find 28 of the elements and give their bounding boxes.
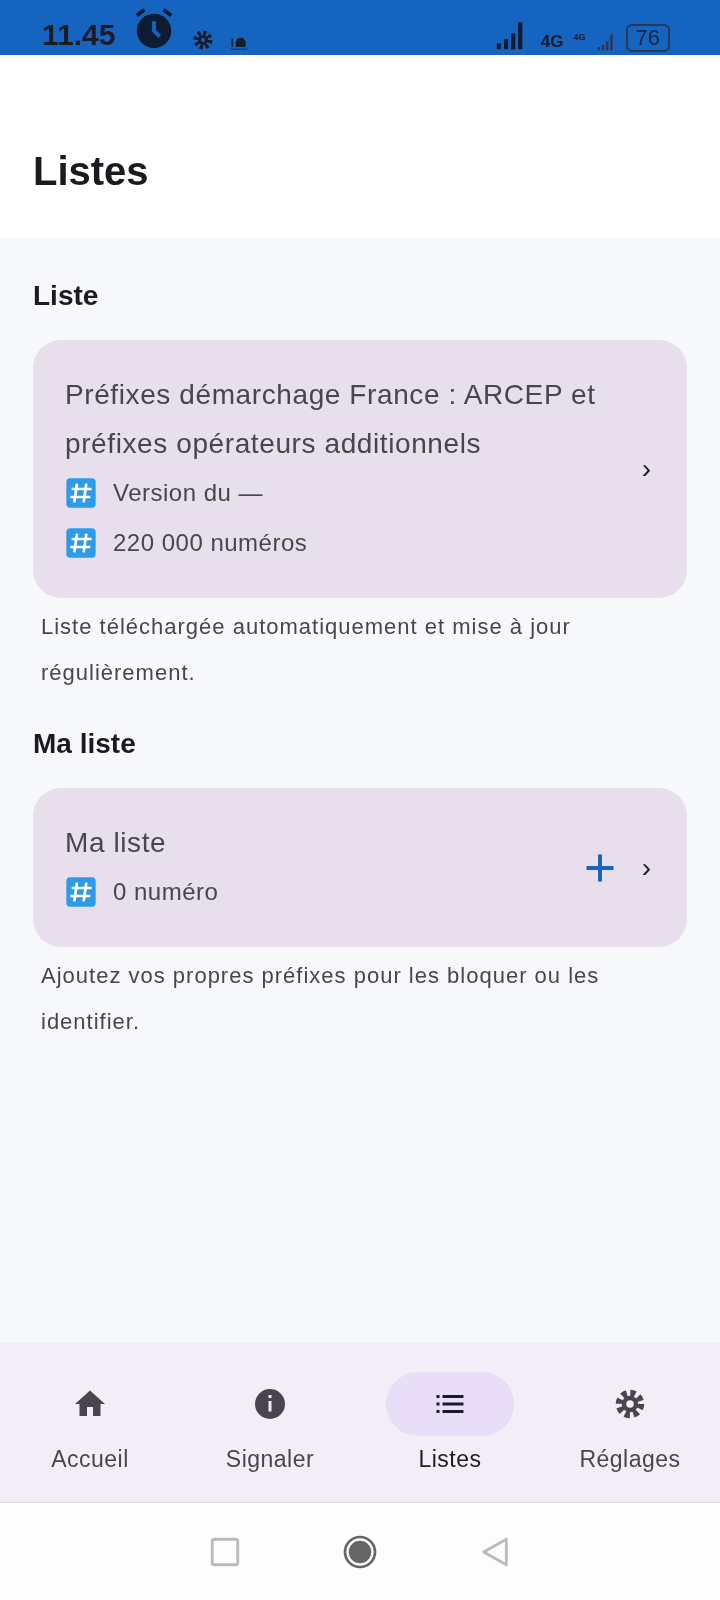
hash-keycap-icon — [65, 477, 97, 509]
signal-icon — [595, 32, 616, 52]
section-note: Liste téléchargée automatiquement et mise à jour régulièrement. — [41, 613, 572, 687]
card-title: Préfixes démarchage France : ARCEP et préfixes opérateurs additionnels — [65, 378, 597, 461]
list-card[interactable]: Préfixes démarchage France : ARCEP et préfixes opérateurs additionnels Version du — 220 000 numéros › — [33, 340, 687, 598]
section-note: Ajoutez vos propres préfixes pour les bloquer ou les identifier. — [41, 962, 601, 1036]
battery-level: 76 — [625, 24, 670, 52]
section-heading: Liste — [33, 280, 100, 312]
hash-keycap-icon — [65, 876, 97, 908]
nav-tab[interactable]: Signaler — [180, 1343, 360, 1502]
card-detail: 0 numéro — [113, 877, 219, 907]
hash-keycap-icon — [65, 527, 97, 559]
card-title: Ma liste — [65, 826, 168, 860]
chevron-icon: › — [637, 851, 655, 884]
status-time: 11.45 — [42, 18, 116, 52]
network-label: 4G — [573, 32, 586, 42]
home-button[interactable] — [342, 1533, 378, 1570]
card-detail: 220 000 numéros — [113, 528, 308, 558]
info-icon — [252, 1386, 288, 1422]
list-card[interactable]: Ma liste 0 numéro › — [33, 788, 687, 947]
nav-tab[interactable]: Accueil — [0, 1343, 180, 1502]
chevron-icon: › — [637, 453, 655, 485]
network-label: 4G — [540, 32, 564, 52]
section-heading: Ma liste — [33, 728, 137, 760]
nav-tab[interactable]: Listes — [360, 1343, 540, 1502]
page-title: Listes — [33, 149, 149, 194]
nav-tab[interactable]: Réglages — [540, 1343, 720, 1502]
card-detail: Version du — — [113, 478, 264, 508]
